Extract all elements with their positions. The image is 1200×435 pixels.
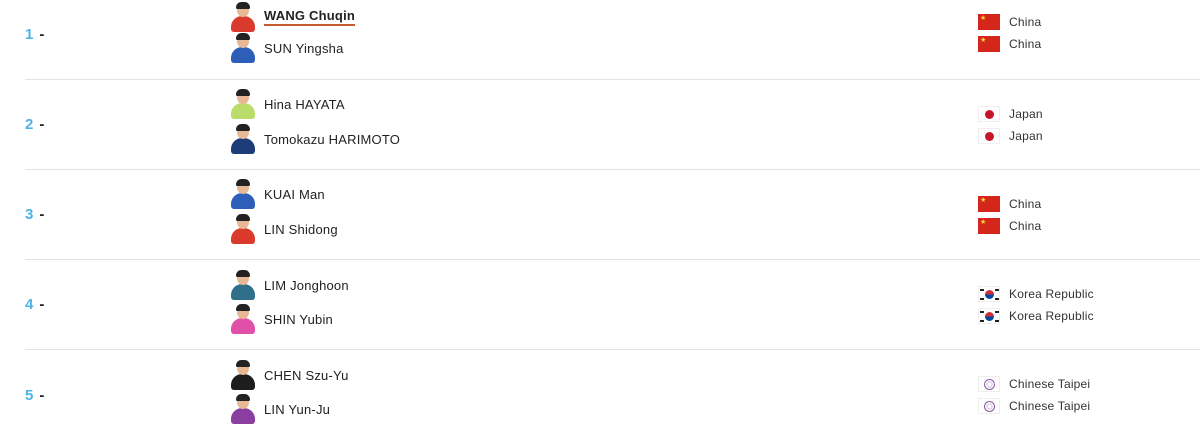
country-entry: ★ China [978,194,1041,214]
player-avatar [230,394,256,424]
korea-flag-icon [978,286,1000,302]
rank-number: 5 [25,386,34,404]
player-name[interactable]: SHIN Yubin [264,312,333,327]
rank-change: - [39,386,45,404]
player-entry[interactable]: LIN Shidong [230,213,338,245]
country-entry: Japan [978,104,1043,124]
player-entry[interactable]: CHEN Szu-Yu [230,359,349,391]
country-name: Chinese Taipei [1009,377,1091,391]
country-name: China [1009,15,1042,29]
player-avatar [230,304,256,334]
rank-cell: 1 - [25,0,44,79]
player-avatar [230,2,256,32]
china-flag-icon: ★ [978,36,1000,52]
player-avatar [230,270,256,300]
player-avatar [230,360,256,390]
korea-flag-icon [978,308,1000,324]
country-name: Chinese Taipei [1009,399,1091,413]
player-avatar [230,124,256,154]
player-avatar [230,214,256,244]
country-entry: ★ China [978,216,1041,236]
rank-cell: 5 - [25,350,44,435]
player-entry[interactable]: Hina HAYATA [230,88,345,120]
ranking-row[interactable]: 5 - CHEN Szu-Yu LIN Yun-Ju Chinese Taipe… [25,350,1200,435]
rank-change: - [39,26,45,43]
rank-cell: 3 - [25,170,44,259]
player-entry[interactable]: LIM Jonghoon [230,269,349,301]
player-avatar [230,179,256,209]
country-name: China [1009,37,1042,51]
country-name: China [1009,219,1042,233]
chinese-taipei-flag-icon [978,376,1000,392]
player-entry[interactable]: WANG Chuqin [230,1,356,33]
china-flag-icon: ★ [978,14,1000,30]
player-entry[interactable]: SUN Yingsha [230,32,344,64]
player-name[interactable]: WANG Chuqin [264,8,356,26]
country-name: Korea Republic [1009,309,1094,323]
china-flag-icon: ★ [978,218,1000,234]
rank-cell: 2 - [25,80,44,169]
ranking-row[interactable]: 3 - KUAI Man LIN Shidong ★ China ★ China [25,170,1200,260]
rank-number: 1 [25,26,34,43]
player-avatar [230,89,256,119]
rank-number: 4 [25,296,34,313]
player-name[interactable]: Tomokazu HARIMOTO [264,132,400,147]
rank-change: - [39,296,45,313]
country-entry: Japan [978,126,1043,146]
rank-change: - [39,116,45,133]
player-entry[interactable]: LIN Yun-Ju [230,393,330,425]
country-entry: ★ China [978,34,1041,54]
rank-number: 3 [25,206,34,223]
country-entry: ★ China [978,12,1041,32]
country-name: Japan [1009,107,1043,121]
country-entry: Chinese Taipei [978,396,1090,416]
rank-cell: 4 - [25,260,44,349]
ranking-row[interactable]: 1 - WANG Chuqin SUN Yingsha ★ China ★ Ch… [25,0,1200,80]
player-name[interactable]: LIM Jonghoon [264,278,349,293]
player-name[interactable]: Hina HAYATA [264,97,345,112]
player-name[interactable]: SUN Yingsha [264,41,344,56]
country-entry: Korea Republic [978,284,1094,304]
country-name: China [1009,197,1042,211]
player-name[interactable]: KUAI Man [264,187,325,202]
country-entry: Korea Republic [978,306,1094,326]
country-entry: Chinese Taipei [978,374,1090,394]
player-avatar [230,33,256,63]
chinese-taipei-flag-icon [978,398,1000,414]
player-entry[interactable]: SHIN Yubin [230,303,333,335]
rank-change: - [39,206,45,223]
player-name[interactable]: CHEN Szu-Yu [264,368,349,383]
player-entry[interactable]: KUAI Man [230,178,325,210]
rank-number: 2 [25,116,34,133]
japan-flag-icon [978,106,1000,122]
player-name[interactable]: LIN Shidong [264,222,338,237]
player-name[interactable]: LIN Yun-Ju [264,402,330,417]
player-entry[interactable]: Tomokazu HARIMOTO [230,123,400,155]
ranking-row[interactable]: 4 - LIM Jonghoon SHIN Yubin Korea Republ… [25,260,1200,350]
ranking-row[interactable]: 2 - Hina HAYATA Tomokazu HARIMOTO Japan … [25,80,1200,170]
china-flag-icon: ★ [978,196,1000,212]
country-name: Japan [1009,129,1043,143]
japan-flag-icon [978,128,1000,144]
country-name: Korea Republic [1009,287,1094,301]
